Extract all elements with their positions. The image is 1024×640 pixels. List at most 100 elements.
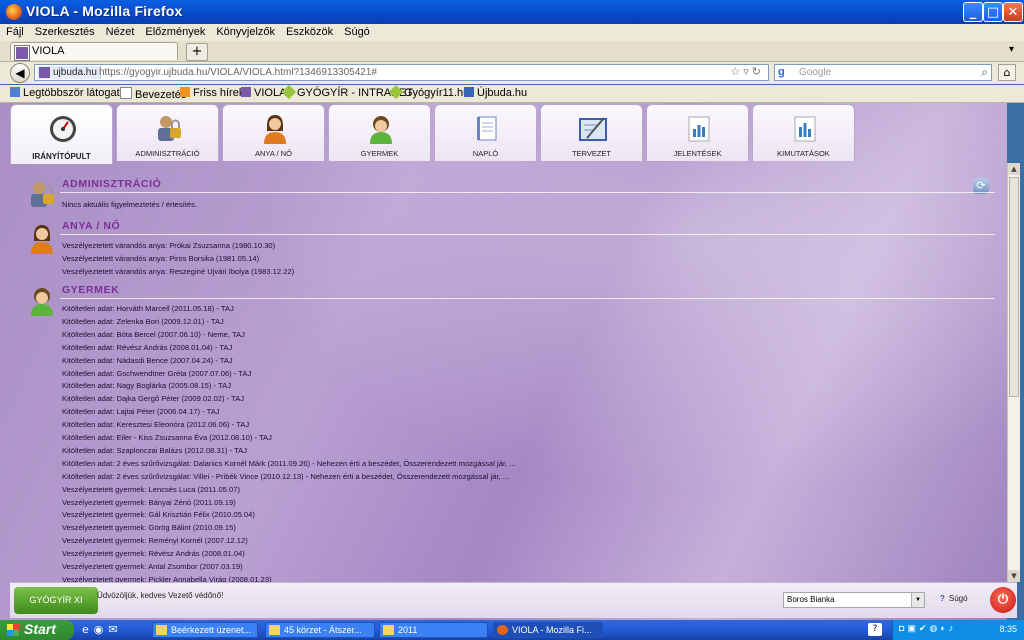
star-reload-icons[interactable]: ☆▿↻ <box>730 65 764 78</box>
ujbuda-icon <box>464 87 474 97</box>
list-item: Veszélyeztetett gyermek: Lencsés Luca (2… <box>62 484 240 494</box>
search-icon[interactable]: ⌕ <box>981 65 988 80</box>
menu-history[interactable]: Előzmények <box>139 24 210 38</box>
child-icon <box>31 288 53 316</box>
menu-view[interactable]: Nézet <box>100 24 140 38</box>
home-button[interactable]: ⌂ <box>998 64 1016 81</box>
tray-icons[interactable]: ◘▣✔◍◐♪ <box>899 623 956 634</box>
system-tray: ◘▣✔◍◐♪ 8:35 <box>892 620 1024 640</box>
bookmark-folder-icon <box>10 87 20 97</box>
address-bar[interactable]: ujbuda.hu https://gyogyir.ujbuda.hu/VIOL… <box>34 64 769 81</box>
search-box[interactable]: g Google ⌕ <box>774 64 992 81</box>
logout-power-icon[interactable]: ⏻ <box>990 587 1016 613</box>
plan-board-icon <box>579 117 607 141</box>
taskbar-folder-2011[interactable]: 2011 <box>379 622 488 638</box>
tab-adminisztracio[interactable]: ADMINISZTRÁCIÓ <box>116 104 219 161</box>
help-question-icon[interactable]: ? <box>868 623 882 636</box>
app-footer: GYÓGYÍR XI Üdvözöljük, kedves Vezető véd… <box>10 582 1017 618</box>
tab-jelentesek[interactable]: JELENTÉSEK <box>646 104 749 161</box>
start-button[interactable]: Start <box>0 620 74 640</box>
menu-file[interactable]: Fájl <box>0 24 29 38</box>
menu-tools[interactable]: Eszközök <box>280 24 338 38</box>
firefox-icon <box>497 625 508 635</box>
window-titlebar: VIOLA - Mozilla Firefox _ □ ✕ <box>0 0 1024 24</box>
bookmark-label: Újbuda.hu <box>477 87 528 99</box>
back-button[interactable]: ◀ <box>10 63 30 83</box>
report-chart-icon <box>688 116 710 142</box>
list-item: Kitöltetlen adat: Nádasdi Bence (2007.04… <box>62 355 233 365</box>
section-divider <box>60 298 995 299</box>
list-item: Kitöltetlen adat: 2 éves szűrővizsgálat:… <box>62 458 516 468</box>
address-url[interactable]: https://gyogyir.ujbuda.hu/VIOLA/VIOLA.ht… <box>99 66 377 79</box>
firefox-icon <box>6 4 22 20</box>
scroll-thumb[interactable] <box>1009 177 1019 397</box>
chevron-down-icon[interactable]: ▼ <box>911 593 924 607</box>
list-item: Kitöltetlen adat: Révész András (2008.01… <box>62 342 233 352</box>
bookmark-gyogyir11[interactable]: Gyógyír11.hu <box>388 84 469 100</box>
list-item: Veszélyeztetett gyermek: Reményi Kornél … <box>62 536 248 546</box>
taskbar-outlook[interactable]: Beérkezett üzenet... <box>152 622 258 638</box>
tab-anya-no[interactable]: ANYA / NŐ <box>222 104 325 161</box>
minimize-button[interactable]: _ <box>963 2 983 22</box>
admin-lock-icon <box>31 182 54 207</box>
list-item: Kitöltetlen adat: Dajka Gergő Péter (200… <box>62 394 245 404</box>
bookmark-ujbuda[interactable]: Újbuda.hu <box>464 87 527 99</box>
tab-naplo[interactable]: NAPLÓ <box>434 104 537 161</box>
quick-launch-icons[interactable]: e◉✉ <box>82 623 123 636</box>
tab-label: ANYA / NŐ <box>255 149 292 158</box>
site-identity-label: ujbuda.hu <box>53 67 97 78</box>
site-identity-button[interactable]: ujbuda.hu <box>37 66 101 79</box>
window-title: VIOLA - Mozilla Firefox <box>26 3 183 19</box>
list-item: Kitöltetlen adat: Gschwendtner Gréta (20… <box>62 368 252 378</box>
viola-app: IRÁNYÍTÓPULT ADMINISZTRÁCIÓ ANYA / NŐ GY… <box>0 103 1007 640</box>
child-icon <box>370 116 392 144</box>
page-scrollbar[interactable]: ▲ ▼ <box>1007 163 1020 582</box>
mail-icon <box>156 625 167 635</box>
notification-row: Nincs aktuális figyelmeztetés / értesíté… <box>62 200 198 209</box>
tab-kimutatasok[interactable]: KIMUTATÁSOK <box>752 104 855 161</box>
folder-icon <box>269 625 280 635</box>
list-item: Kitöltetlen adat: 2 éves szűrővizsgálat:… <box>62 471 510 481</box>
menu-help[interactable]: Súgó <box>338 24 375 38</box>
tab-label: JELENTÉSEK <box>673 149 722 158</box>
taskbar-firefox[interactable]: VIOLA - Mozilla Fi... <box>493 622 603 638</box>
list-item: Veszélyeztetett várandós anya: Piros Bor… <box>62 254 260 263</box>
folder-icon <box>383 625 394 635</box>
notebook-icon <box>477 116 497 141</box>
bookmark-most-visited[interactable]: Legtöbbször látogatott <box>10 87 132 99</box>
taskbar-label: 45 körzet - Átszer... <box>284 625 362 635</box>
welcome-message: Üdvözöljük, kedves Vezető védőnő! <box>97 591 224 600</box>
section-divider <box>60 234 995 235</box>
tab-tervezet[interactable]: TERVEZET <box>540 104 643 161</box>
list-item: Kitöltetlen adat: Nagy Boglárka (2005.08… <box>62 381 231 391</box>
menu-edit[interactable]: Szerkesztés <box>29 24 100 38</box>
user-select[interactable]: Boros Bianka ▼ <box>783 592 925 608</box>
rss-icon <box>180 87 190 97</box>
google-icon[interactable]: g <box>778 66 790 78</box>
help-label: Súgó <box>948 594 968 603</box>
list-item: Kitöltetlen adat: Bóta Bercel (2007.06.1… <box>62 329 245 339</box>
new-tab-button[interactable]: + <box>186 43 208 61</box>
woman-icon <box>264 115 286 144</box>
browser-tab-viola[interactable]: VIOLA <box>10 42 178 61</box>
help-link[interactable]: ? Súgó <box>940 594 968 603</box>
bookmark-viola[interactable]: VIOLA <box>241 87 286 99</box>
dashboard-gauge-icon <box>50 116 76 142</box>
navigation-toolbar: ◀ ujbuda.hu https://gyogyir.ujbuda.hu/VI… <box>0 62 1024 84</box>
taskbar-label: 2011 <box>398 625 418 635</box>
bookmark-latest-news[interactable]: Friss hírek <box>180 87 244 99</box>
taskbar-folder-45[interactable]: 45 körzet - Átszer... <box>265 622 375 638</box>
maximize-button[interactable]: □ <box>983 2 1003 22</box>
help-icon: ? <box>940 594 945 603</box>
windows-logo-icon <box>7 624 19 636</box>
woman-icon <box>31 225 53 254</box>
bookmark-getting-started[interactable]: Bevezetés <box>120 87 186 101</box>
tab-iranyitopult[interactable]: IRÁNYÍTÓPULT <box>10 104 113 164</box>
scroll-up-arrow-icon[interactable]: ▲ <box>1008 163 1020 175</box>
tab-gyermek[interactable]: GYERMEK <box>328 104 431 161</box>
scroll-down-arrow-icon[interactable]: ▼ <box>1008 570 1020 582</box>
menu-bookmarks[interactable]: Könyvjelzők <box>210 24 280 38</box>
browser-tab-title: VIOLA <box>32 45 65 57</box>
close-button[interactable]: ✕ <box>1003 2 1023 22</box>
tab-list-chevron-icon[interactable]: ▾ <box>1009 44 1014 55</box>
